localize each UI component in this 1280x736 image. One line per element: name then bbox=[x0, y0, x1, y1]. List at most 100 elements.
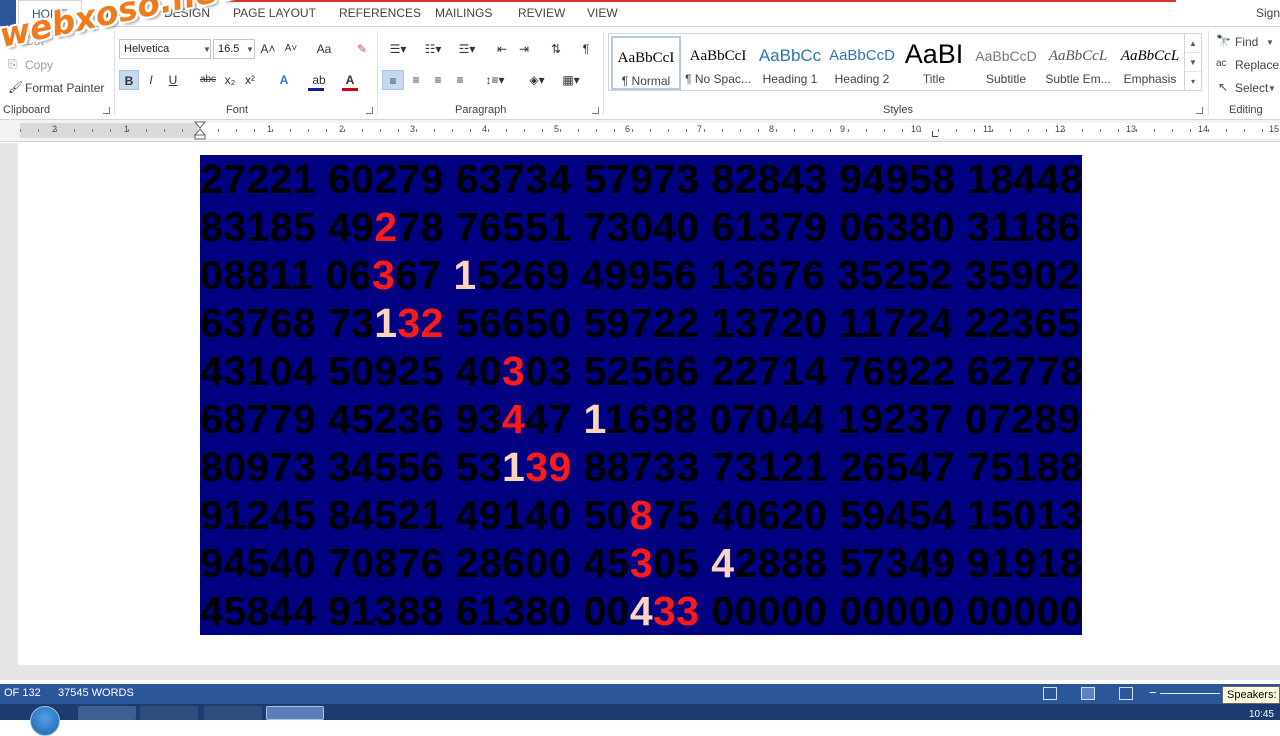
align-right-button[interactable]: ≡ bbox=[428, 70, 448, 90]
number-cell: 62778 bbox=[966, 348, 1082, 394]
style-emphasis[interactable]: AaBbCcL Emphasis bbox=[1115, 36, 1185, 90]
replace-button[interactable]: Replace bbox=[1235, 58, 1279, 72]
style-name: Subtle Em... bbox=[1045, 72, 1111, 86]
sort-button[interactable]: ⇅ bbox=[546, 39, 566, 59]
ruler-label: 7 bbox=[697, 124, 703, 134]
style-subtle-emphasis[interactable]: AaBbCcL Subtle Em... bbox=[1043, 36, 1113, 90]
clipboard-launcher[interactable] bbox=[103, 107, 110, 114]
bullets-button[interactable]: ☰▾ bbox=[383, 39, 413, 59]
indent-marker-icon[interactable] bbox=[194, 120, 206, 140]
style-title[interactable]: AaBI Title bbox=[899, 36, 969, 90]
highlighted-digit: 1 bbox=[374, 300, 398, 346]
print-layout-icon[interactable] bbox=[1081, 687, 1095, 700]
line-spacing-button[interactable]: ↕≡▾ bbox=[480, 70, 510, 90]
font-launcher[interactable] bbox=[366, 107, 373, 114]
format-painter-button[interactable]: Format Painter bbox=[25, 81, 104, 95]
speakers-tooltip: Speakers: 8 bbox=[1222, 686, 1280, 704]
show-formatting-button[interactable]: ¶ bbox=[576, 39, 596, 59]
clock[interactable]: 10:45 bbox=[1249, 709, 1274, 720]
group-separator bbox=[114, 31, 115, 115]
number-cell: 70876 bbox=[327, 540, 444, 586]
borders-button[interactable]: ▦▾ bbox=[556, 70, 586, 90]
ruler-tick bbox=[416, 129, 417, 132]
text-effects-icon[interactable]: A bbox=[273, 70, 295, 90]
grow-font-button[interactable]: A˄ bbox=[260, 39, 276, 59]
decrease-indent-button[interactable]: ⇤ bbox=[492, 39, 512, 59]
ruler-tick bbox=[1136, 129, 1137, 132]
select-button[interactable]: Select bbox=[1235, 81, 1268, 95]
style-normal[interactable]: AaBbCcI ¶ Normal bbox=[611, 36, 681, 90]
more-styles-icon[interactable]: ▾ bbox=[1185, 72, 1201, 91]
start-button-icon[interactable] bbox=[30, 706, 60, 736]
clear-formatting-icon[interactable]: ✎ bbox=[353, 39, 371, 59]
number-cell: 07044 bbox=[709, 396, 826, 442]
font-group-label: Font bbox=[226, 104, 249, 116]
numbering-button[interactable]: ☷▾ bbox=[418, 39, 448, 59]
bold-button[interactable]: B bbox=[119, 70, 139, 90]
styles-gallery-scroll[interactable]: ▲ ▼ ▾ bbox=[1184, 33, 1202, 91]
italic-button[interactable]: I bbox=[143, 70, 159, 90]
app-taskbar-icon[interactable] bbox=[140, 706, 198, 720]
underline-button[interactable]: U bbox=[165, 70, 181, 90]
ruler-tick bbox=[1064, 129, 1065, 132]
tab-stop-marker[interactable] bbox=[932, 131, 938, 137]
strikethrough-button[interactable]: abc bbox=[196, 70, 220, 90]
tab-mailings[interactable]: MAILINGS bbox=[435, 6, 492, 20]
tab-view[interactable]: VIEW bbox=[587, 6, 618, 20]
number-cell: 43104 bbox=[200, 348, 317, 394]
style-heading-2[interactable]: AaBbCcD Heading 2 bbox=[827, 36, 897, 90]
shading-button[interactable]: ◈▾ bbox=[522, 70, 552, 90]
ruler-tick bbox=[146, 129, 147, 132]
justify-button[interactable]: ≡ bbox=[450, 70, 470, 90]
align-left-button[interactable]: ≡ bbox=[382, 70, 404, 90]
style-subtitle[interactable]: AaBbCcD Subtitle bbox=[971, 36, 1041, 90]
ruler-tick bbox=[794, 129, 795, 132]
subscript-button[interactable]: x₂ bbox=[222, 70, 238, 90]
style-name: ¶ No Spac... bbox=[685, 72, 751, 86]
styles-launcher[interactable] bbox=[1196, 107, 1203, 114]
sign-in-link[interactable]: Sign bbox=[1256, 6, 1280, 20]
tab-references[interactable]: REFERENCES bbox=[339, 6, 421, 20]
zoom-slider[interactable] bbox=[1160, 693, 1220, 694]
increase-indent-button[interactable]: ⇥ bbox=[514, 39, 534, 59]
change-case-button[interactable]: Aa bbox=[310, 39, 338, 59]
style-name: Heading 1 bbox=[762, 72, 818, 86]
copy-button[interactable]: Copy bbox=[25, 58, 53, 72]
read-mode-icon[interactable] bbox=[1043, 687, 1057, 700]
highlight-color-icon[interactable]: ab bbox=[306, 70, 332, 90]
style-preview: AaBbCcI bbox=[617, 50, 675, 66]
number-cell: 59454 bbox=[839, 492, 956, 538]
explorer-taskbar-icon[interactable] bbox=[78, 706, 136, 720]
ruler-tick bbox=[650, 129, 651, 132]
font-name-combo[interactable]: Helvetica bbox=[119, 39, 211, 59]
superscript-button[interactable]: x² bbox=[242, 70, 258, 90]
multilevel-list-button[interactable]: ☲▾ bbox=[452, 39, 482, 59]
align-center-button[interactable]: ≡ bbox=[406, 70, 426, 90]
web-layout-icon[interactable] bbox=[1119, 687, 1133, 700]
page-count[interactable]: OF 132 bbox=[4, 687, 41, 699]
word-taskbar-icon[interactable] bbox=[266, 706, 324, 720]
number-cell: 15013 bbox=[966, 492, 1082, 538]
font-color-icon[interactable]: A bbox=[340, 70, 360, 90]
highlighted-digit: 3 bbox=[676, 588, 700, 634]
find-button[interactable]: Find bbox=[1235, 35, 1258, 49]
number-cell: 07289 bbox=[964, 396, 1081, 442]
tab-review[interactable]: REVIEW bbox=[518, 6, 565, 20]
chevron-up-icon[interactable]: ▲ bbox=[1185, 34, 1201, 53]
shrink-font-button[interactable]: A˅ bbox=[283, 39, 299, 59]
chevron-down-icon: ▼ bbox=[1268, 84, 1276, 93]
style-heading-1[interactable]: AaBbCc Heading 1 bbox=[755, 36, 825, 90]
number-table[interactable]: 27221 60279 63734 57973 82843 94958 1844… bbox=[200, 155, 1082, 635]
zoom-out-icon[interactable]: − bbox=[1149, 685, 1157, 700]
style-preview: AaBbCcD bbox=[975, 48, 1037, 64]
paragraph-launcher[interactable] bbox=[592, 107, 599, 114]
number-cell: 94540 bbox=[200, 540, 317, 586]
style-no-spacing[interactable]: AaBbCcI ¶ No Spac... bbox=[683, 36, 753, 90]
tab-page-layout[interactable]: PAGE LAYOUT bbox=[233, 6, 316, 20]
style-preview: AaBbCcI bbox=[689, 48, 747, 64]
chevron-down-icon[interactable]: ▼ bbox=[1185, 53, 1201, 72]
horizontal-ruler[interactable]: 2 1 1 2 3 4 5 6 7 8 9 10 11 12 13 14 15 bbox=[0, 120, 1280, 142]
word-count[interactable]: 37545 WORDS bbox=[58, 687, 134, 699]
browser-taskbar-icon[interactable] bbox=[204, 706, 262, 720]
ruler-tick bbox=[344, 129, 345, 132]
